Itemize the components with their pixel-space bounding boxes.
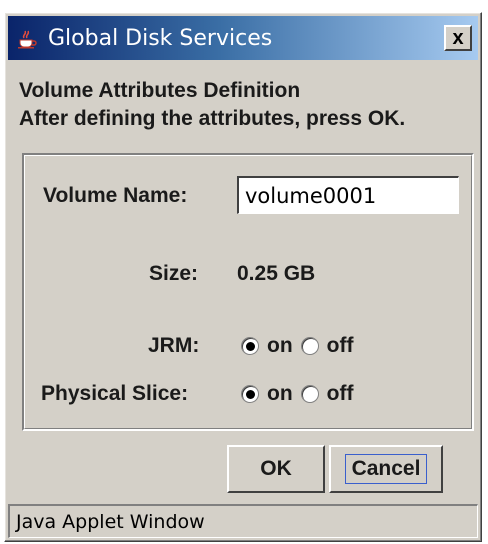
ok-button[interactable]: OK xyxy=(227,445,325,493)
cancel-button[interactable]: Cancel xyxy=(329,445,443,493)
physical-slice-off-radio[interactable]: off xyxy=(300,382,354,406)
jrm-on-radio[interactable]: on xyxy=(241,334,293,358)
cancel-button-label: Cancel xyxy=(344,454,428,484)
jrm-on-label: on xyxy=(267,334,293,357)
heading-title: Volume Attributes Definition xyxy=(19,79,301,102)
heading-instruction: After defining the attributes, press OK. xyxy=(19,107,406,130)
applet-status-bar: Java Applet Window xyxy=(8,504,478,538)
physical-slice-on-radio[interactable]: on xyxy=(241,382,293,406)
physical-slice-off-label: off xyxy=(326,382,354,405)
volume-name-label: Volume Name: xyxy=(43,184,188,207)
physical-slice-label: Physical Slice: xyxy=(41,382,189,405)
close-icon: x xyxy=(452,27,464,49)
radio-checked-icon xyxy=(241,385,259,403)
radio-checked-icon xyxy=(241,337,259,355)
jrm-off-radio[interactable]: off xyxy=(300,334,354,358)
jrm-radio-group: on off xyxy=(241,332,361,360)
size-label: Size: xyxy=(149,262,199,285)
title-bar[interactable]: Global Disk Services x xyxy=(8,16,478,60)
physical-slice-radio-group: on off xyxy=(241,380,361,408)
jrm-label: JRM: xyxy=(148,334,200,357)
close-button[interactable]: x xyxy=(444,25,472,51)
volume-name-input[interactable] xyxy=(237,176,459,214)
jrm-off-label: off xyxy=(326,334,354,357)
dialog-window: Global Disk Services x Volume Attributes… xyxy=(4,12,482,542)
physical-slice-on-label: on xyxy=(267,382,293,405)
ok-button-label: OK xyxy=(260,457,292,480)
size-value: 0.25 GB xyxy=(237,262,316,285)
radio-unchecked-icon xyxy=(300,337,319,355)
dialog-heading: Volume Attributes Definition After defin… xyxy=(19,77,405,133)
radio-unchecked-icon xyxy=(300,385,319,403)
window-title: Global Disk Services xyxy=(48,25,273,51)
attributes-panel-inner: Volume Name: Size: 0.25 GB JRM: on off P… xyxy=(24,155,472,429)
java-cup-icon xyxy=(14,25,40,51)
status-text: Java Applet Window xyxy=(16,510,205,533)
attributes-panel: Volume Name: Size: 0.25 GB JRM: on off P… xyxy=(22,153,474,431)
